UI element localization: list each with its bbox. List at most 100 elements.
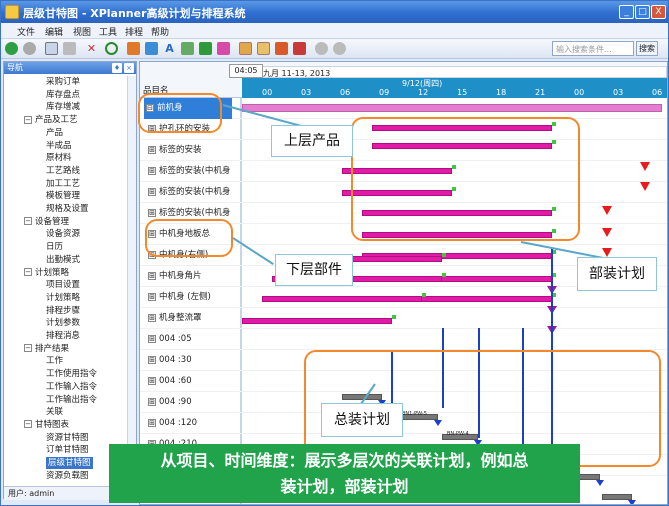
nav-item[interactable]: 资源甘特图 [46,432,89,444]
nav-group[interactable]: − 设备管理 [24,216,69,228]
nav-item[interactable]: 工作 [46,355,63,367]
gantt-bar-summary[interactable] [242,104,662,112]
nav-item[interactable]: 产品 [46,127,63,139]
row-label[interactable]: ⊞ 机身整流罩 [148,308,236,329]
row-label[interactable]: ⊞ 004 :90 [148,392,236,413]
nav-item[interactable]: 库存盘点 [46,89,80,101]
nav-item-label: 项目设置 [46,280,81,291]
expand-icon[interactable]: ⊞ [148,334,156,343]
nav-item[interactable]: 层级甘特图 [46,457,93,469]
row-label[interactable]: ⊞ 004 :60 [148,371,236,392]
nav-item[interactable]: 采购订单 [46,76,80,88]
menu-tools[interactable]: 工具 [99,25,117,38]
nav-item[interactable]: 半成品 [46,140,72,152]
refresh-icon[interactable] [105,42,118,55]
nav-scrollbar[interactable] [127,76,136,484]
search-button[interactable]: 搜索 [636,41,658,56]
help-icon[interactable] [315,42,328,55]
nav-item[interactable]: 出勤模式 [46,254,80,266]
expand-icon[interactable]: ⊞ [148,355,156,364]
row-label[interactable]: ⊞ 标签的安装(中机身 [148,161,236,182]
collapse-icon[interactable]: − [24,344,32,353]
nav-group[interactable]: − 甘特图表 [24,419,69,431]
expand-icon[interactable]: ⊞ [148,313,156,322]
nav-group[interactable]: − 产品及工艺 [24,114,78,126]
expand-icon[interactable]: ⊞ [148,166,156,175]
nav-item[interactable]: 工作输出指令 [46,394,97,406]
nav-item-label: 原材料 [46,153,72,164]
menu-edit[interactable]: 编辑 [45,25,63,38]
expand-icon[interactable]: ⊞ [148,376,156,385]
nav-item[interactable]: 设备资源 [46,228,80,240]
nav-item[interactable]: 规格及设置 [46,203,89,215]
expand-icon[interactable]: ⊞ [148,271,156,280]
row-label[interactable]: ⊞ 004 :30 [148,350,236,371]
expand-icon[interactable]: ⊞ [148,208,156,217]
collapse-icon[interactable]: − [24,268,32,276]
nav-group[interactable]: − 排产结果 [24,343,69,355]
new-icon[interactable] [5,42,18,55]
menu-bar: 文件 编辑 视图 工具 排程 帮助 [1,23,668,39]
nav-item[interactable]: 工作使用指令 [46,368,97,380]
nav-item-label: 日历 [46,242,64,253]
back-icon[interactable] [23,42,36,55]
tool-green-icon[interactable] [181,42,194,55]
nav-close-icon[interactable]: × [124,63,134,73]
nav-item[interactable]: 库存增减 [46,101,80,113]
row-label[interactable]: ⊞ 标签的安装(中机身 [148,182,236,203]
grid-icon[interactable] [239,42,252,55]
nav-item[interactable]: 资源负载图 [46,470,89,482]
row-label[interactable]: ⊞ 标签的安装 [148,140,236,161]
nav-item[interactable]: 订单甘特图 [46,444,89,456]
nav-item[interactable]: 工作输入指令 [46,381,97,393]
collapse-icon[interactable]: − [24,420,32,429]
close-button[interactable]: X [651,5,666,19]
menu-file[interactable]: 文件 [17,25,35,38]
nav-item[interactable]: 加工工艺 [46,178,80,190]
info-icon[interactable] [333,42,346,55]
table-icon[interactable] [257,42,270,55]
nav-group[interactable]: − 计划策略 [24,267,69,279]
print-icon[interactable] [63,42,76,55]
gantt-bar[interactable] [242,318,392,324]
pin-icon[interactable]: ♦ [112,63,122,73]
tool-orange-icon[interactable] [127,42,140,55]
nav-item[interactable]: 原材料 [46,152,72,164]
nav-item[interactable]: 项目设置 [46,279,80,291]
delete-icon[interactable]: ✕ [85,42,98,55]
expand-icon[interactable]: ⊞ [148,187,156,196]
gantt-bar[interactable] [262,296,422,302]
nav-item[interactable]: 计划参数 [46,317,80,329]
menu-help[interactable]: 帮助 [151,25,169,38]
collapse-icon[interactable]: − [24,217,32,226]
minimize-button[interactable]: _ [619,5,634,19]
row-label[interactable]: ⊞ 004 :05 [148,329,236,350]
nav-item[interactable]: 关联 [46,406,63,418]
chart-icon[interactable] [275,42,288,55]
row-label[interactable]: ⊞ 中机身角片 [148,266,236,287]
text-a-icon[interactable]: A [163,42,176,55]
expand-icon[interactable]: ⊞ [148,397,156,406]
export-icon[interactable] [293,42,306,55]
eraser-icon[interactable] [217,42,230,55]
toolbar: ✕ A 输入搜索条件... 搜索 [1,39,668,59]
menu-view[interactable]: 视图 [73,25,91,38]
nav-item[interactable]: 计划策略 [46,292,80,304]
nav-item[interactable]: 工艺路线 [46,165,80,177]
nav-item[interactable]: 模板管理 [46,190,80,202]
nav-item[interactable]: 日历 [46,241,63,253]
row-label[interactable]: ⊞ 004 :120 [148,413,236,434]
tool-darkgreen-icon[interactable] [199,42,212,55]
maximize-button[interactable]: □ [635,5,650,19]
tool-blue-icon[interactable] [145,42,158,55]
row-label[interactable]: ⊞ 中机身 (左侧) [148,287,236,308]
menu-schedule[interactable]: 排程 [125,25,143,38]
expand-icon[interactable]: ⊞ [148,418,156,427]
nav-item[interactable]: 排程消息 [46,330,80,342]
search-input[interactable]: 输入搜索条件... [552,41,634,56]
nav-item[interactable]: 排程步骤 [46,305,80,317]
expand-icon[interactable]: ⊞ [148,292,156,301]
expand-icon[interactable]: ⊞ [148,145,156,154]
collapse-icon[interactable]: − [24,115,32,124]
document-icon[interactable] [45,42,58,55]
